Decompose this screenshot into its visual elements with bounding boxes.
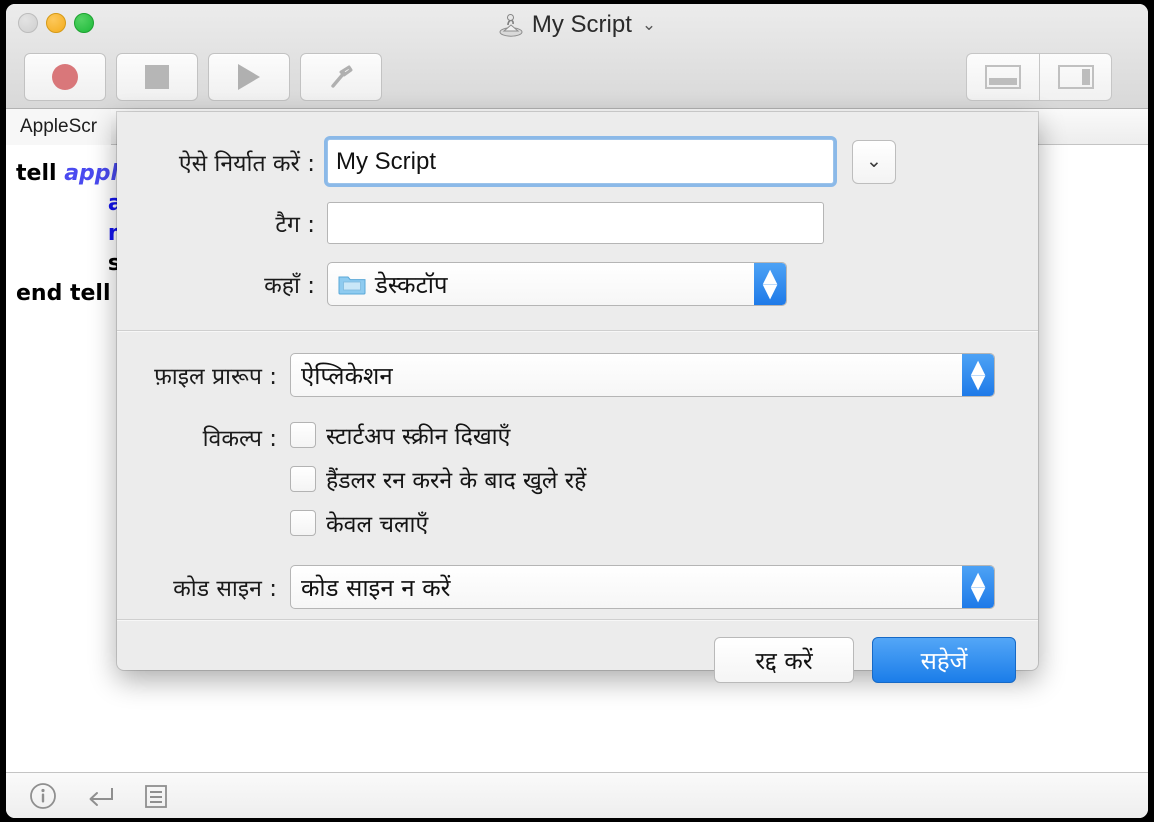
applescript-document-icon: [499, 14, 523, 37]
compile-button[interactable]: [300, 53, 382, 101]
where-popup-button[interactable]: डेस्कटॉप ▲ ▼: [327, 262, 787, 306]
record-icon: [52, 64, 78, 90]
window-title: My Script ⌄: [6, 9, 1148, 41]
option-checkbox-row[interactable]: स्टार्टअप स्क्रीन दिखाएँ: [290, 419, 586, 451]
side-pane-icon: [1057, 65, 1094, 89]
code-sign-label: कोड साइन :: [173, 576, 277, 602]
play-icon: [238, 64, 260, 90]
stop-button[interactable]: [116, 53, 198, 101]
code-token: appl: [64, 161, 119, 186]
tab-applescript-label: AppleScr: [20, 115, 98, 137]
log-button[interactable]: [142, 781, 170, 811]
code-sign-row: कोड साइन : कोड साइन न करें ▲ ▼: [117, 565, 1038, 609]
hammer-icon: [331, 65, 353, 88]
file-format-value: ऐप्लिकेशन: [301, 361, 393, 390]
file-format-stepper-icon[interactable]: ▲ ▼: [962, 354, 994, 396]
options-label: विकल्प :: [202, 426, 277, 452]
log-list-icon: [145, 784, 167, 808]
toolbar-right-group: [966, 53, 1112, 101]
option-checkbox-label: स्टार्टअप स्क्रीन दिखाएँ: [326, 424, 511, 450]
dialog-button-bar: रद्द करें सहेजें: [117, 620, 1038, 683]
chevron-down-icon: ⌄: [866, 151, 882, 172]
export-as-value: My Script: [336, 147, 437, 175]
export-as-row: ऐसे निर्यात करें : My Script ⌄: [117, 139, 1038, 184]
where-row: कहाँ : डेस्कटॉप ▲ ▼: [117, 262, 1038, 306]
where-value: डेस्कटॉप: [375, 270, 448, 299]
code-sign-value: कोड साइन न करें: [301, 573, 451, 602]
file-format-label: फ़ाइल प्रारूप :: [154, 364, 277, 390]
where-stepper-icon[interactable]: ▲ ▼: [754, 263, 786, 305]
code-token: tell: [16, 161, 65, 186]
stop-icon: [145, 65, 169, 89]
editor-statusbar: [6, 772, 1148, 818]
folder-icon: [338, 276, 366, 295]
tags-label: टैग :: [275, 212, 315, 238]
expand-dialog-button[interactable]: ⌄: [852, 139, 896, 184]
script-editor-window: My Script ⌄ AppleScr tell appl end tell …: [6, 4, 1148, 818]
bottom-pane-icon: [985, 65, 1021, 89]
options-row: विकल्प : स्टार्टअप स्क्रीन दिखाएँ हैंडलर …: [117, 419, 1038, 551]
checkbox-icon[interactable]: [290, 422, 316, 448]
where-label: कहाँ :: [264, 273, 315, 299]
save-button-label: सहेजें: [920, 646, 968, 675]
title-chevron-down-icon[interactable]: ⌄: [642, 15, 656, 35]
cancel-button-label: रद्द करें: [755, 646, 813, 675]
info-circle-icon: [30, 782, 56, 809]
toggle-bottom-pane-button[interactable]: [966, 53, 1039, 101]
cancel-button[interactable]: रद्द करें: [714, 637, 854, 683]
tags-input[interactable]: [327, 202, 824, 244]
return-arrow-icon: [89, 787, 113, 806]
options-checkbox-list: स्टार्टअप स्क्रीन दिखाएँ हैंडलर रन करने क…: [290, 419, 586, 551]
save-button[interactable]: सहेजें: [872, 637, 1016, 683]
run-button[interactable]: [208, 53, 290, 101]
window-title-text: My Script: [531, 11, 632, 38]
dialog-options-section: फ़ाइल प्रारूप : ऐप्लिकेशन ▲ ▼ विकल्प : स्ट…: [117, 331, 1038, 619]
file-format-row: फ़ाइल प्रारूप : ऐप्लिकेशन ▲ ▼: [117, 353, 1038, 397]
export-as-input[interactable]: My Script: [327, 139, 834, 184]
export-as-label: ऐसे निर्यात करें :: [178, 150, 315, 177]
export-dialog: ऐसे निर्यात करें : My Script ⌄ टैग : कहा…: [117, 112, 1038, 683]
option-checkbox-row[interactable]: केवल चलाएँ: [290, 507, 586, 539]
tab-applescript[interactable]: AppleScr: [6, 108, 112, 145]
option-checkbox-row[interactable]: हैंडलर रन करने के बाद खुले रहें: [290, 463, 586, 495]
result-button[interactable]: [84, 781, 116, 811]
option-checkbox-label: हैंडलर रन करने के बाद खुले रहें: [326, 468, 587, 494]
description-info-button[interactable]: [28, 781, 58, 811]
toolbar-left-group: [24, 53, 382, 101]
code-sign-stepper-icon[interactable]: ▲ ▼: [962, 566, 994, 608]
option-checkbox-label: केवल चलाएँ: [326, 512, 429, 538]
checkbox-icon[interactable]: [290, 510, 316, 536]
code-token: end tell: [16, 281, 111, 306]
toggle-side-pane-button[interactable]: [1039, 53, 1112, 101]
dialog-top-section: ऐसे निर्यात करें : My Script ⌄ टैग : कहा…: [117, 112, 1038, 330]
record-button[interactable]: [24, 53, 106, 101]
tags-row: टैग :: [117, 202, 1038, 244]
window-titlebar: My Script ⌄: [6, 4, 1148, 109]
file-format-popup-button[interactable]: ऐप्लिकेशन ▲ ▼: [290, 353, 995, 397]
code-sign-popup-button[interactable]: कोड साइन न करें ▲ ▼: [290, 565, 995, 609]
checkbox-icon[interactable]: [290, 466, 316, 492]
